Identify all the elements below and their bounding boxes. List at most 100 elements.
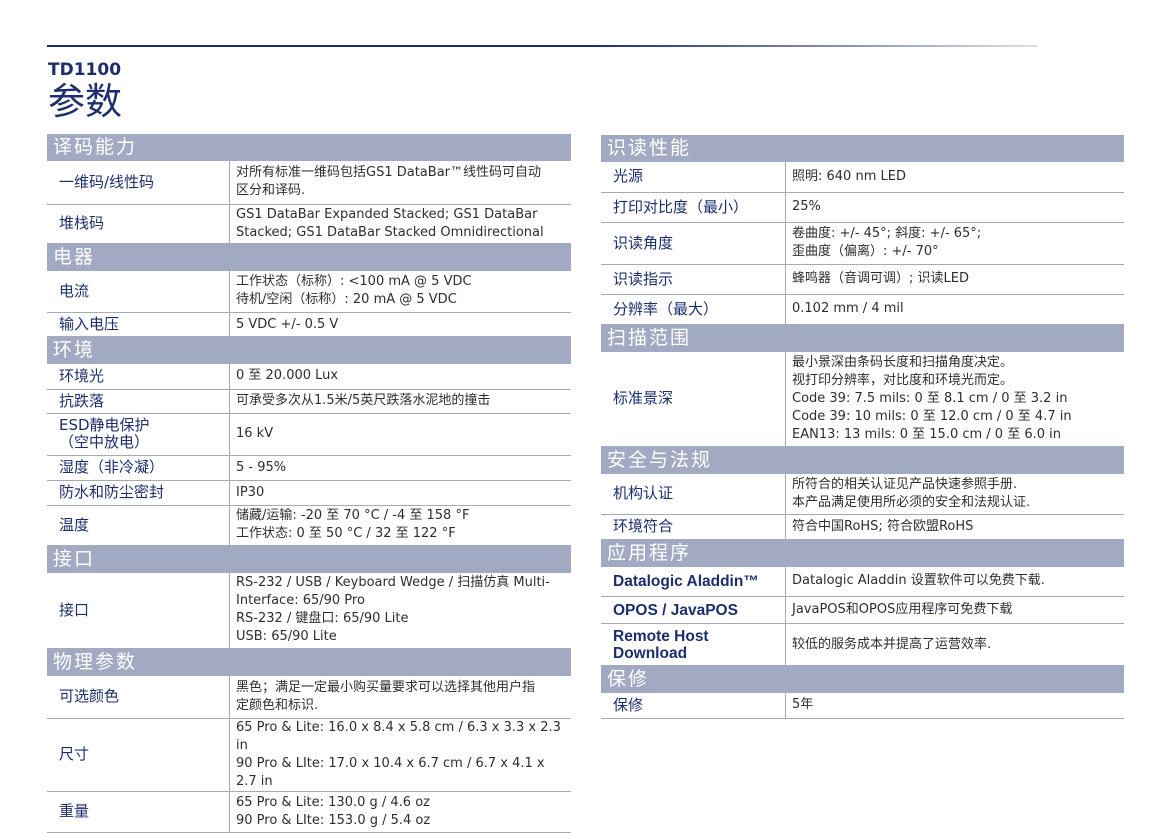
page-title: 参数 <box>48 80 122 123</box>
row-label: 标准景深 <box>601 351 786 447</box>
row-label: ESD静电保护 （空中放电） <box>47 413 230 456</box>
section-heading-decode: 译码能力 <box>47 134 571 161</box>
table-row: 标准景深 最小景深由条码长度和扫描角度决定。 视打印分辨率，对比度和环境光而定。… <box>601 351 1124 447</box>
environment-table: 环境光 0 至 20.000 Lux 抗跌落 可承受多次从1.5米/5英尺跌落水… <box>47 364 571 546</box>
table-row: 机构认证 所符合的相关认证见产品快速参照手册. 本产品满足使用所必须的安全和法规… <box>601 474 1124 515</box>
row-label-line1: Remote Host <box>613 627 709 645</box>
row-label: 分辨率（最大） <box>601 294 786 325</box>
row-value: 工作状态（标称）: <100 mA @ 5 VDC 待机/空闲（标称）: 20 … <box>229 270 571 313</box>
row-label: 温度 <box>47 505 230 546</box>
row-label: 保修 <box>601 693 786 719</box>
row-label: 一维码/线性码 <box>47 161 230 205</box>
applications-table: Datalogic Aladdin™ Datalogic Aladdin 设置软… <box>601 566 1124 666</box>
row-label-line2: （空中放电） <box>59 433 150 451</box>
section-heading-electrical: 电器 <box>47 243 571 271</box>
safety-table: 机构认证 所符合的相关认证见产品快速参照手册. 本产品满足使用所必须的安全和法规… <box>601 474 1124 540</box>
interface-table: 接口 RS-232 / USB / Keyboard Wedge / 扫描仿真 … <box>47 572 571 649</box>
row-label: Remote Host Download <box>601 623 786 666</box>
table-row: 环境符合 符合中国RoHS; 符合欧盟RoHS <box>601 514 1124 540</box>
row-value: 蜂鸣器（音调可调）; 识读LED <box>785 264 1124 295</box>
section-heading-environment: 环境 <box>47 337 571 364</box>
row-label: 打印对比度（最小） <box>601 192 786 223</box>
row-value: 5 VDC +/- 0.5 V <box>229 312 571 337</box>
table-row: 一维码/线性码 对所有标准一维码包括GS1 DataBar™线性码可自动 区分和… <box>47 161 571 205</box>
table-row: 识读角度 卷曲度: +/- 45°; 斜度: +/- 65°; 歪曲度（偏离）:… <box>601 222 1124 265</box>
row-label: 环境符合 <box>601 514 786 540</box>
warranty-table: 保修 5年 <box>601 693 1124 719</box>
table-row: 环境光 0 至 20.000 Lux <box>47 364 571 390</box>
row-value: IP30 <box>229 480 571 506</box>
row-label: 输入电压 <box>47 312 230 337</box>
row-label: 重量 <box>47 791 230 833</box>
section-heading-applications: 应用程序 <box>601 539 1124 567</box>
row-label: 湿度（非冷凝） <box>47 455 230 481</box>
physical-table: 可选颜色 黑色；满足一定最小购买量要求可以选择其他用户指 定颜色和标识. 尺寸 … <box>47 676 571 833</box>
row-label: Datalogic Aladdin™ <box>601 566 786 597</box>
row-value: 对所有标准一维码包括GS1 DataBar™线性码可自动 区分和译码. <box>229 161 571 205</box>
row-value: 符合中国RoHS; 符合欧盟RoHS <box>785 514 1124 540</box>
row-label: 堆栈码 <box>47 204 230 244</box>
row-value: Datalogic Aladdin 设置软件可以免费下载. <box>785 566 1124 597</box>
table-row: Datalogic Aladdin™ Datalogic Aladdin 设置软… <box>601 566 1124 597</box>
table-row: ESD静电保护 （空中放电） 16 kV <box>47 413 571 456</box>
reading-table: 光源 照明: 640 nm LED 打印对比度（最小） 25% 识读角度 卷曲度… <box>601 162 1124 325</box>
row-value: 0.102 mm / 4 mil <box>785 294 1124 325</box>
table-row: 抗跌落 可承受多次从1.5米/5英尺跌落水泥地的撞击 <box>47 389 571 414</box>
section-heading-warranty: 保修 <box>601 666 1124 693</box>
row-value: GS1 DataBar Expanded Stacked; GS1 DataBa… <box>229 204 571 244</box>
table-row: 堆栈码 GS1 DataBar Expanded Stacked; GS1 Da… <box>47 204 571 244</box>
electrical-table: 电流 工作状态（标称）: <100 mA @ 5 VDC 待机/空闲（标称）: … <box>47 270 571 337</box>
table-row: 光源 照明: 640 nm LED <box>601 162 1124 193</box>
scan-range-table: 标准景深 最小景深由条码长度和扫描角度决定。 视打印分辨率，对比度和环境光而定。… <box>601 351 1124 447</box>
section-heading-reading: 识读性能 <box>601 135 1124 162</box>
row-value: 照明: 640 nm LED <box>785 162 1124 193</box>
table-row: 尺寸 65 Pro & Lite: 16.0 x 8.4 x 5.8 cm / … <box>47 718 571 792</box>
table-row: 重量 65 Pro & Lite: 130.0 g / 4.6 oz 90 Pr… <box>47 791 571 833</box>
row-label: 光源 <box>601 162 786 193</box>
row-label-line1: ESD静电保护 <box>59 416 150 434</box>
row-value: 65 Pro & Lite: 16.0 x 8.4 x 5.8 cm / 6.3… <box>229 718 571 792</box>
row-label: 环境光 <box>47 364 230 390</box>
row-label: 接口 <box>47 572 230 649</box>
row-value: 16 kV <box>229 413 571 456</box>
table-row: 防水和防尘密封 IP30 <box>47 480 571 506</box>
table-row: 接口 RS-232 / USB / Keyboard Wedge / 扫描仿真 … <box>47 572 571 649</box>
table-row: OPOS / JavaPOS JavaPOS和OPOS应用程序可免费下载 <box>601 596 1124 624</box>
row-label: 电流 <box>47 270 230 313</box>
row-value: 较低的服务成本并提高了运营效率. <box>785 623 1124 666</box>
row-label: 防水和防尘密封 <box>47 480 230 506</box>
row-label: 识读指示 <box>601 264 786 295</box>
row-label: OPOS / JavaPOS <box>601 596 786 624</box>
left-column: 译码能力 一维码/线性码 对所有标准一维码包括GS1 DataBar™线性码可自… <box>47 134 571 833</box>
row-value: 储藏/运输: -20 至 70 °C / -4 至 158 °F 工作状态: 0… <box>229 505 571 546</box>
row-label: 识读角度 <box>601 222 786 265</box>
row-value: 65 Pro & Lite: 130.0 g / 4.6 oz 90 Pro &… <box>229 791 571 833</box>
header-rule <box>47 45 1037 47</box>
row-value: 卷曲度: +/- 45°; 斜度: +/- 65°; 歪曲度（偏离）: +/- … <box>785 222 1124 265</box>
decode-table: 一维码/线性码 对所有标准一维码包括GS1 DataBar™线性码可自动 区分和… <box>47 161 571 244</box>
row-label: 抗跌落 <box>47 389 230 414</box>
table-row: 保修 5年 <box>601 693 1124 719</box>
model-number: TD1100 <box>48 60 122 80</box>
table-row: 分辨率（最大） 0.102 mm / 4 mil <box>601 294 1124 325</box>
row-label: 可选颜色 <box>47 676 230 719</box>
section-heading-scan-range: 扫描范围 <box>601 324 1124 352</box>
table-row: Remote Host Download 较低的服务成本并提高了运营效率. <box>601 623 1124 666</box>
table-row: 识读指示 蜂鸣器（音调可调）; 识读LED <box>601 264 1124 295</box>
row-value: 5年 <box>785 693 1124 719</box>
row-label-line2: Download <box>613 644 688 662</box>
right-column: 识读性能 光源 照明: 640 nm LED 打印对比度（最小） 25% 识读角… <box>601 135 1124 719</box>
row-value: 可承受多次从1.5米/5英尺跌落水泥地的撞击 <box>229 389 571 414</box>
row-value: 所符合的相关认证见产品快速参照手册. 本产品满足使用所必须的安全和法规认证. <box>785 474 1124 515</box>
table-row: 温度 储藏/运输: -20 至 70 °C / -4 至 158 °F 工作状态… <box>47 505 571 546</box>
table-row: 电流 工作状态（标称）: <100 mA @ 5 VDC 待机/空闲（标称）: … <box>47 270 571 313</box>
row-value: 黑色；满足一定最小购买量要求可以选择其他用户指 定颜色和标识. <box>229 676 571 719</box>
table-row: 可选颜色 黑色；满足一定最小购买量要求可以选择其他用户指 定颜色和标识. <box>47 676 571 719</box>
row-value: 25% <box>785 192 1124 223</box>
row-label: 尺寸 <box>47 718 230 792</box>
row-value: 最小景深由条码长度和扫描角度决定。 视打印分辨率，对比度和环境光而定。 Code… <box>785 351 1124 447</box>
row-value: 0 至 20.000 Lux <box>229 364 571 390</box>
section-heading-interface: 接口 <box>47 545 571 573</box>
table-row: 输入电压 5 VDC +/- 0.5 V <box>47 312 571 337</box>
section-heading-physical: 物理参数 <box>47 649 571 676</box>
